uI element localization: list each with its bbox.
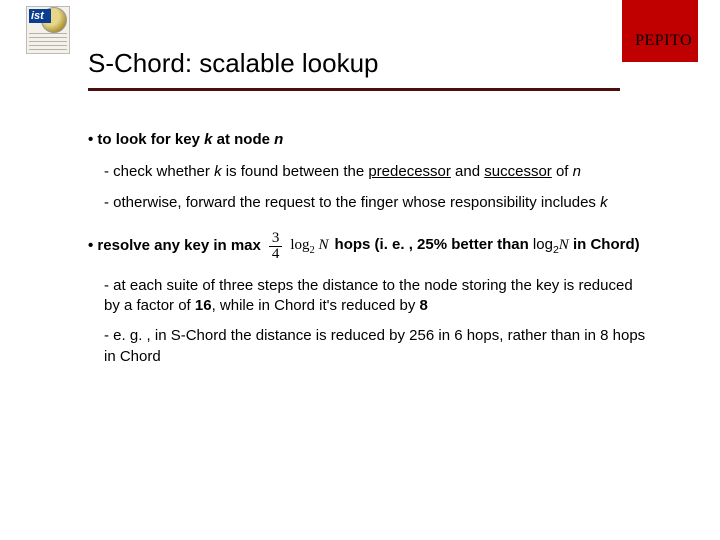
ist-logo: ist (26, 6, 70, 54)
bullet-2: • resolve any key in max 3 4 log2 N hops… (88, 231, 648, 262)
log-text: log (533, 236, 553, 253)
log2N: log2 N (290, 235, 328, 258)
var-N: N (319, 237, 329, 253)
header-label: PEPITO (635, 32, 692, 50)
numerator: 3 (269, 231, 283, 247)
var-n: n (274, 131, 283, 148)
text: in Chord) (569, 236, 640, 253)
bullet-1: • to look for key k at node n (88, 130, 648, 150)
fraction-3-4: 3 4 (269, 231, 283, 262)
logo-text: ist (31, 10, 44, 22)
text: , while in Chord it's reduced by (212, 297, 420, 314)
successor: successor (484, 163, 552, 180)
text: otherwise, forward the request to the fi… (113, 194, 600, 211)
text: • resolve any key in max (88, 236, 261, 256)
header-accent-box (622, 0, 698, 62)
text: hops (i. e. , 25% better than log2N in C… (335, 235, 640, 257)
text: of (552, 163, 573, 180)
text: e. g. , in S-Chord the distance is reduc… (104, 327, 645, 364)
slide-title: S-Chord: scalable lookup (88, 48, 379, 79)
text: at node (212, 131, 274, 148)
denominator: 4 (269, 247, 283, 262)
var-n: n (573, 163, 581, 180)
log-text: log (290, 237, 309, 253)
slide-body: • to look for key k at node n check whet… (88, 130, 648, 377)
var-k: k (214, 163, 222, 180)
num-8: 8 (420, 297, 428, 314)
slide: PEPITO ist S-Chord: scalable lookup • to… (0, 0, 720, 540)
title-rule (88, 88, 620, 91)
subscript-2: 2 (310, 245, 315, 256)
text: check whether (113, 163, 214, 180)
bullet-1b: otherwise, forward the request to the fi… (104, 193, 648, 213)
text: • to look for key (88, 131, 204, 148)
text: hops (i. e. , 25% better than (335, 236, 533, 253)
predecessor: predecessor (368, 163, 451, 180)
bullet-1a: check whether k is found between the pre… (104, 162, 648, 182)
var-k: k (600, 194, 608, 211)
log2N-2: log2N (533, 236, 569, 253)
logo-lines (29, 33, 67, 51)
bullet-2a: at each suite of three steps the distanc… (104, 276, 648, 317)
bullet-2b: e. g. , in S-Chord the distance is reduc… (104, 326, 648, 367)
text: is found between the (222, 163, 369, 180)
text: and (451, 163, 484, 180)
var-N: N (559, 237, 569, 253)
num-16: 16 (195, 297, 212, 314)
